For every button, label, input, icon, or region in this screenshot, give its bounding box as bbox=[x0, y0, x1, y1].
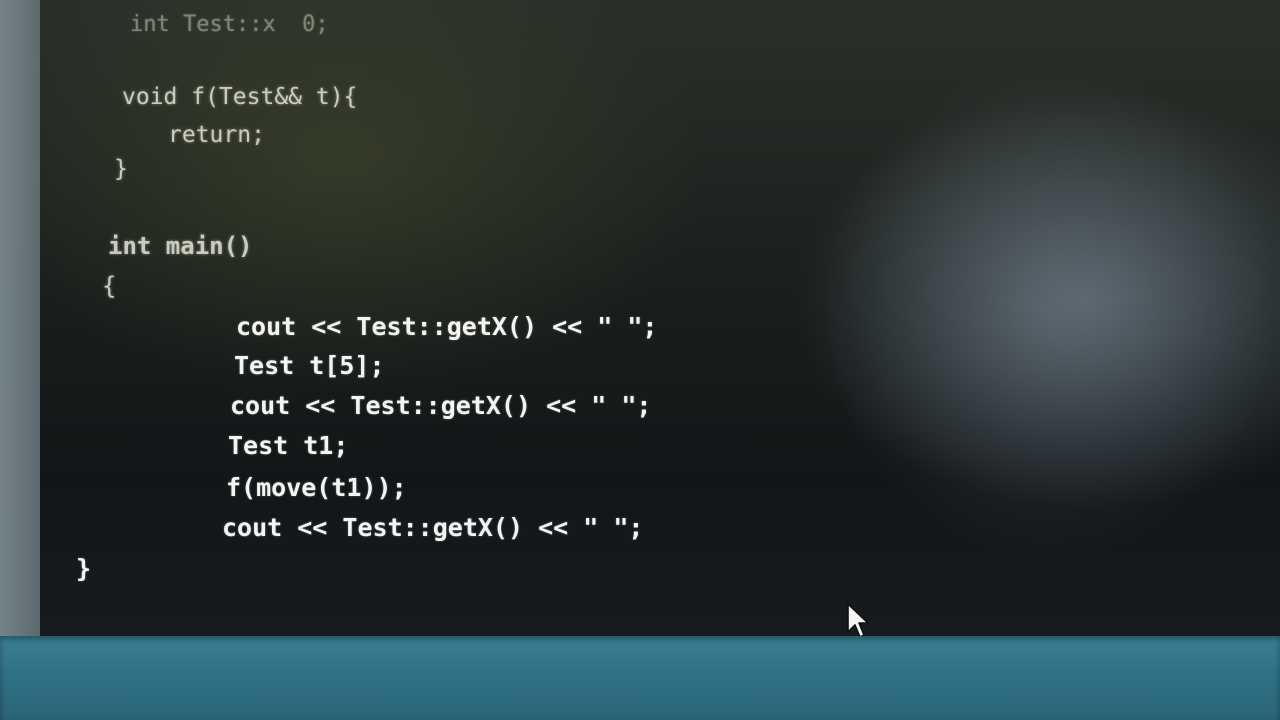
code-line-13: } bbox=[76, 554, 92, 583]
code-line-9: cout << Test::getX() << " "; bbox=[230, 391, 652, 420]
code-line-6: { bbox=[102, 272, 117, 300]
code-line-8: Test t[5]; bbox=[234, 351, 385, 380]
code-line-4: } bbox=[114, 156, 128, 182]
code-line-2: void f(Test&& t){ bbox=[122, 84, 358, 110]
photo-of-screen: int Test::x 0; void f(Test&& t){ return;… bbox=[0, 0, 1280, 720]
mouse-pointer-icon bbox=[847, 603, 869, 638]
code-line-7: cout << Test::getX() << " "; bbox=[236, 312, 658, 341]
code-line-5: int main() bbox=[108, 232, 253, 260]
code-line-10: Test t1; bbox=[228, 431, 349, 460]
code-line-12: cout << Test::getX() << " "; bbox=[222, 513, 644, 542]
code-line-11: f(move(t1)); bbox=[226, 473, 407, 502]
code-line-1: int Test::x 0; bbox=[130, 12, 329, 37]
code-line-3: return; bbox=[168, 122, 265, 148]
taskbar[interactable] bbox=[0, 636, 1280, 720]
